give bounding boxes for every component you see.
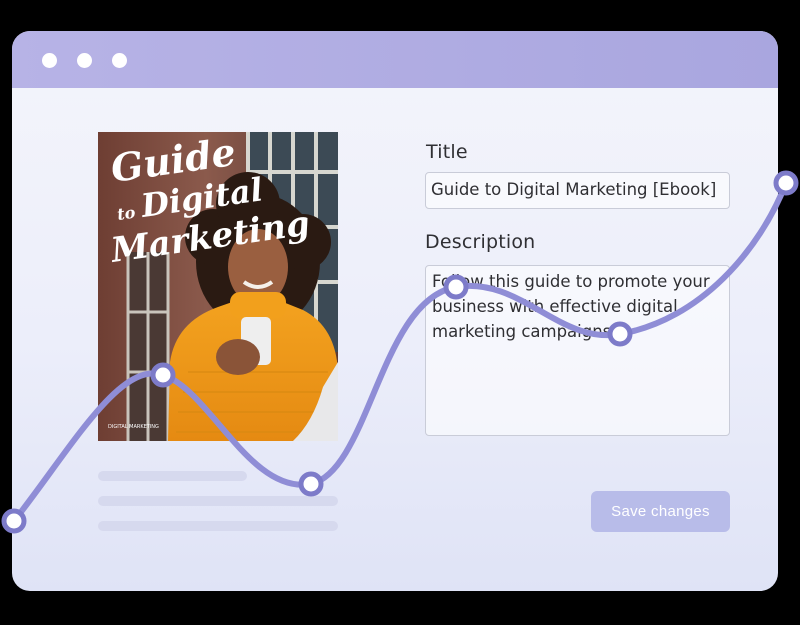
save-changes-button[interactable]: Save changes <box>591 491 730 532</box>
cover-title-line: to <box>116 203 137 224</box>
placeholder-line <box>98 471 247 481</box>
ebook-cover-image: Guide to Digital Marketing DIGITAL MARKE… <box>98 132 338 441</box>
cover-small-print: DIGITAL MARKETING <box>108 424 159 430</box>
window-dot-icon[interactable] <box>42 53 57 68</box>
window-titlebar <box>12 31 778 88</box>
window-dot-icon[interactable] <box>77 53 92 68</box>
description-label: Description <box>425 231 536 253</box>
placeholder-line <box>98 496 338 506</box>
title-label: Title <box>426 141 468 163</box>
browser-window: Guide to Digital Marketing DIGITAL MARKE… <box>12 31 778 591</box>
cover-illustration: Guide to Digital Marketing DIGITAL MARKE… <box>98 132 338 441</box>
placeholder-line <box>98 521 338 531</box>
curve-point-icon <box>773 170 799 196</box>
window-dot-icon[interactable] <box>112 53 127 68</box>
title-input[interactable]: Guide to Digital Marketing [Ebook] <box>425 172 730 209</box>
description-textarea[interactable]: Follow this guide to promote your busine… <box>425 265 730 436</box>
